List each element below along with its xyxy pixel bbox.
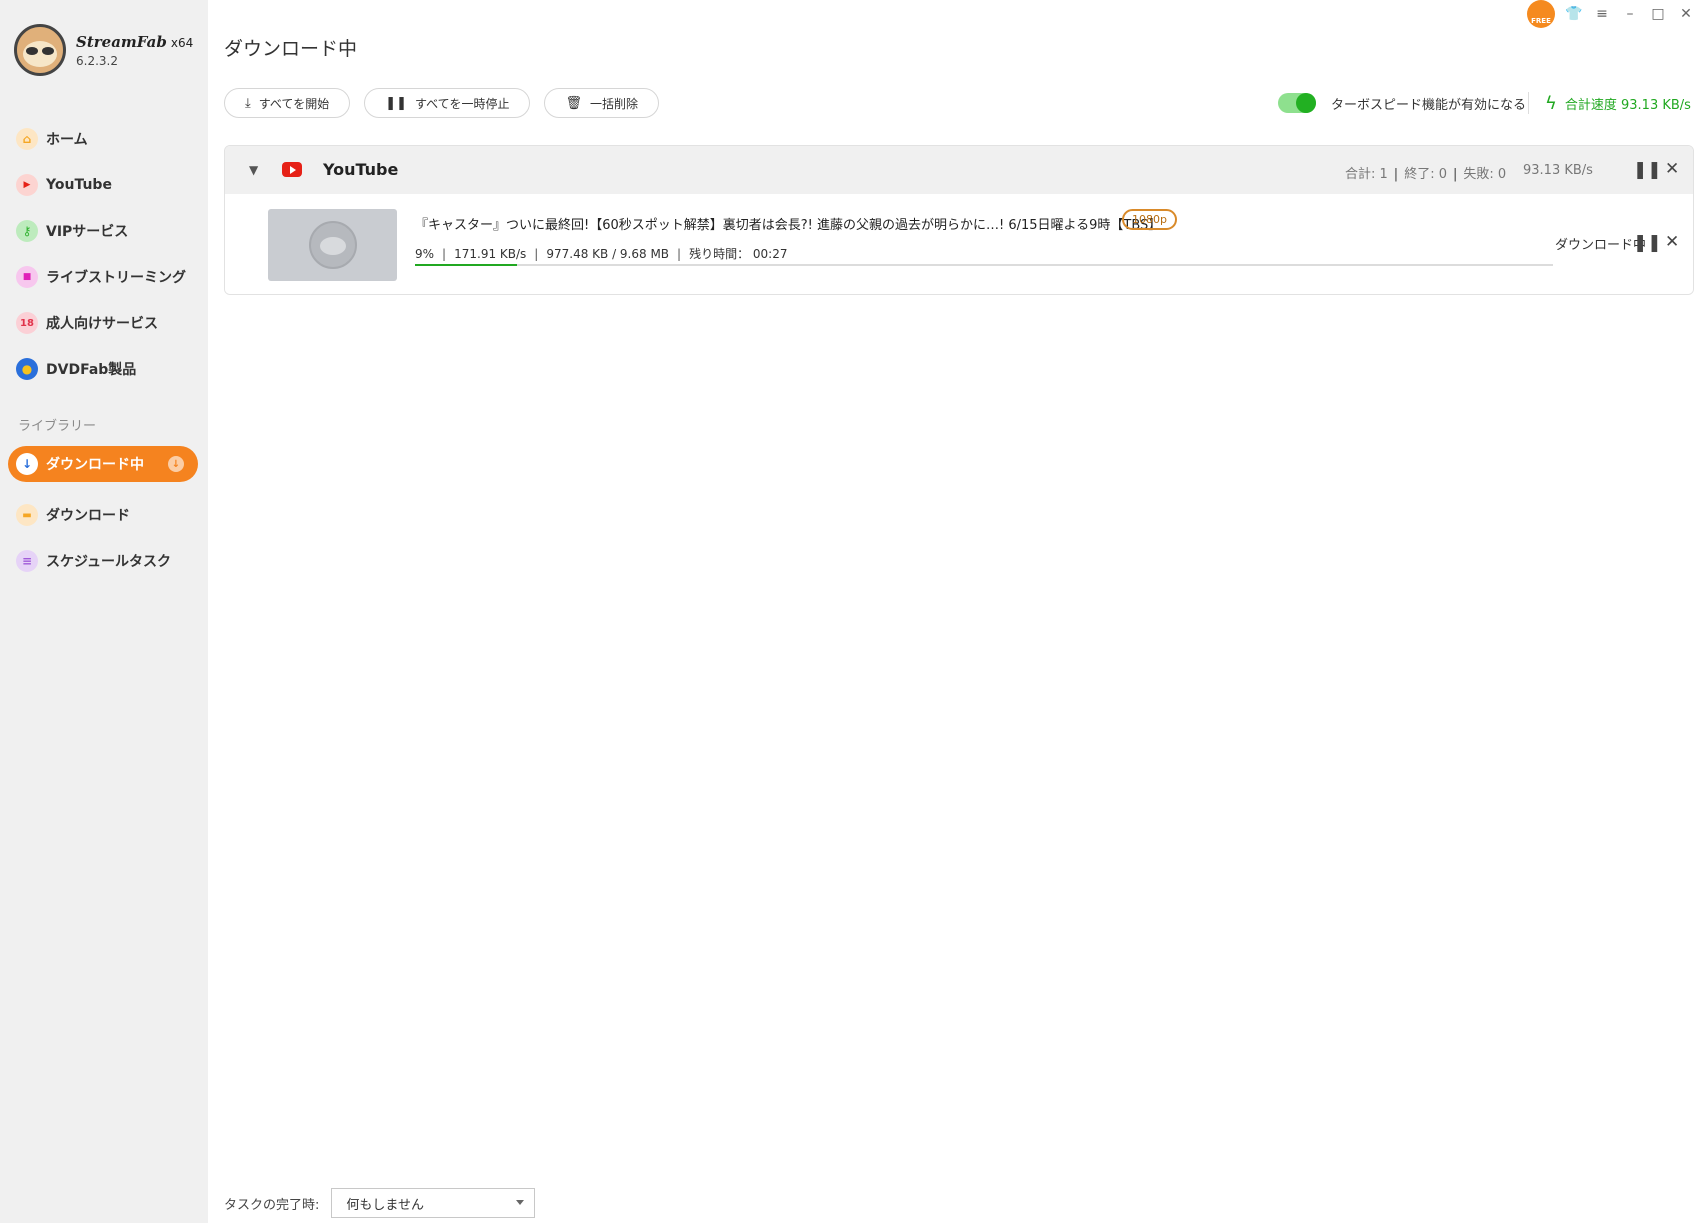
start-all-label: すべてを開始 [258,96,330,111]
sidebar-item-label: DVDFab製品 [46,362,137,378]
minimize-icon[interactable]: – [1621,6,1639,22]
sidebar-item-label: ダウンロード [46,508,130,524]
dropdown-arrow-icon [516,1200,525,1205]
sidebar-item-downloaded[interactable]: ▬ ダウンロード [8,492,198,538]
download-speed: 171.91 KB/s [454,247,527,261]
sidebar-item-downloading[interactable]: ↓ ダウンロード中 ↓ [8,446,198,482]
sidebar: StreamFab x64 6.2.3.2 ⌂ ホーム ▶ YouTube ⚷ V… [0,0,208,1223]
start-all-button[interactable]: ⤓ すべてを開始 [224,88,351,118]
download-meta: 9% | 171.91 KB/s | 977.48 KB / 9.68 MB | 残り時間：… [415,247,788,261]
sidebar-item-label: VIPサービス [46,224,129,240]
download-toolbar: ⤓ すべてを開始 ❚❚ すべてを一時停止 🗑 一括削除 [224,88,659,118]
key-icon: ⚷ [16,220,38,242]
download-count-badge: ↓ [168,456,184,472]
window-titlebar: FREE 👕 ≡ – □ ✕ [1527,0,1695,28]
sidebar-item-label: YouTube [46,177,112,193]
schedule-icon: ≡ [16,550,38,572]
download-item: 『キャスター』ついに最終回!【60秒スポット解禁】裏切者は会長?! 進藤の父親の… [225,194,1693,294]
item-pause-icon[interactable]: ❚❚ [1633,233,1662,253]
free-badge-icon[interactable]: FREE [1527,0,1555,28]
sloth-logo-icon [14,24,66,76]
sidebar-item-label: ダウンロード中 [46,457,144,473]
total-speed-text: 合計速度 93.13 KB/s [1564,98,1691,113]
video-thumbnail [268,209,397,281]
youtube-logo-icon [282,162,302,177]
turbo-toggle[interactable] [1278,93,1316,113]
sidebar-item-youtube[interactable]: ▶ YouTube [0,162,208,208]
collapse-chevron-icon[interactable]: ▼ [249,163,258,177]
sidebar-item-home[interactable]: ⌂ ホーム [0,116,208,162]
camera-icon: ■ [16,266,38,288]
group-speed: 93.13 KB/s [1523,163,1593,178]
library-title: ライブラリー [18,419,97,434]
folder-icon: ▬ [16,504,38,526]
sidebar-item-label: スケジュールタスク [46,554,172,570]
turbo-speed-control: ターボスピード機能が有効になる [1278,93,1526,113]
sidebar-item-schedule[interactable]: ≡ スケジュールタスク [8,538,198,584]
menu-icon[interactable]: ≡ [1593,6,1611,22]
group-failed: 失敗: 0 [1463,167,1507,182]
delete-all-button[interactable]: 🗑 一括削除 [544,88,659,118]
task-completion-footer: タスクの完了時: 何もしません [224,1188,536,1218]
dvdfab-icon: ● [16,358,38,380]
progress-fill [415,264,518,266]
task-completion-label: タスクの完了時: [224,1197,320,1213]
shirt-icon[interactable]: 👕 [1565,6,1583,22]
youtube-icon: ▶ [16,174,38,196]
group-pause-icon[interactable]: ❚❚ [1633,160,1662,180]
group-total: 合計: 1 [1345,167,1388,182]
group-header: ▼ YouTube 合計: 1 | 終了: 0 | 失敗: 0 93.13 KB/s ❚… [225,146,1693,194]
sidebar-item-adult[interactable]: 18 成人向けサービス [0,300,208,346]
close-window-icon[interactable]: ✕ [1677,6,1695,22]
download-group: ▼ YouTube 合計: 1 | 終了: 0 | 失敗: 0 93.13 KB/s ❚… [224,145,1694,295]
delete-all-label: 一括削除 [589,96,638,111]
download-remaining: 残り時間： 00:27 [689,247,788,261]
app-arch: x64 [170,36,194,50]
sidebar-item-live-streaming[interactable]: ■ ライブストリーミング [0,254,208,300]
sidebar-item-vip[interactable]: ⚷ VIPサービス [0,208,208,254]
sidebar-item-label: ホーム [46,132,88,148]
sloth-placeholder-icon [308,221,357,269]
download-icon: ⤓ [245,95,251,111]
pause-icon: ❚❚ [385,95,407,111]
pause-all-label: すべてを一時停止 [415,96,510,111]
sidebar-item-label: ライブストリーミング [46,270,186,286]
app-name: StreamFab [76,33,167,51]
sidebar-item-label: 成人向けサービス [46,316,158,332]
total-speed: ϟ 合計速度 93.13 KB/s [1545,93,1691,114]
video-title: 『キャスター』ついに最終回!【60秒スポット解禁】裏切者は会長?! 進藤の父親の… [415,218,1162,233]
group-name: YouTube [323,160,399,179]
app-version: 6.2.3.2 [76,54,118,68]
download-icon: ↓ [16,453,38,475]
page-title: ダウンロード中 [224,38,358,60]
group-done: 終了: 0 [1404,167,1447,182]
home-icon: ⌂ [16,128,38,150]
item-close-icon[interactable]: ✕ [1665,232,1679,252]
group-close-icon[interactable]: ✕ [1665,159,1679,179]
sidebar-item-dvdfab[interactable]: ● DVDFab製品 [0,346,208,392]
divider [1528,92,1529,114]
resolution-badge: 1080p [1122,209,1177,230]
turbo-label: ターボスピード機能が有効になる [1331,97,1527,113]
app-brand: StreamFab x64 6.2.3.2 [14,24,193,76]
download-progress-bar [415,264,1553,266]
group-stats: 合計: 1 | 終了: 0 | 失敗: 0 [1345,167,1507,182]
library-nav: ↓ ダウンロード中 ↓ ▬ ダウンロード ≡ スケジュールタスク [8,446,198,584]
adult-icon: 18 [16,312,38,334]
select-value: 何もしません [346,1197,425,1213]
pause-all-button[interactable]: ❚❚ すべてを一時停止 [364,88,531,118]
download-percent: 9% [415,247,435,261]
trash-icon: 🗑 [565,95,582,111]
sidebar-nav: ⌂ ホーム ▶ YouTube ⚷ VIPサービス ■ ライブストリーミング 1… [0,116,208,392]
task-completion-select[interactable]: 何もしません [331,1188,536,1218]
maximize-icon[interactable]: □ [1649,6,1667,22]
lightning-icon: ϟ [1545,93,1557,114]
download-size: 977.48 KB / 9.68 MB [546,247,670,261]
